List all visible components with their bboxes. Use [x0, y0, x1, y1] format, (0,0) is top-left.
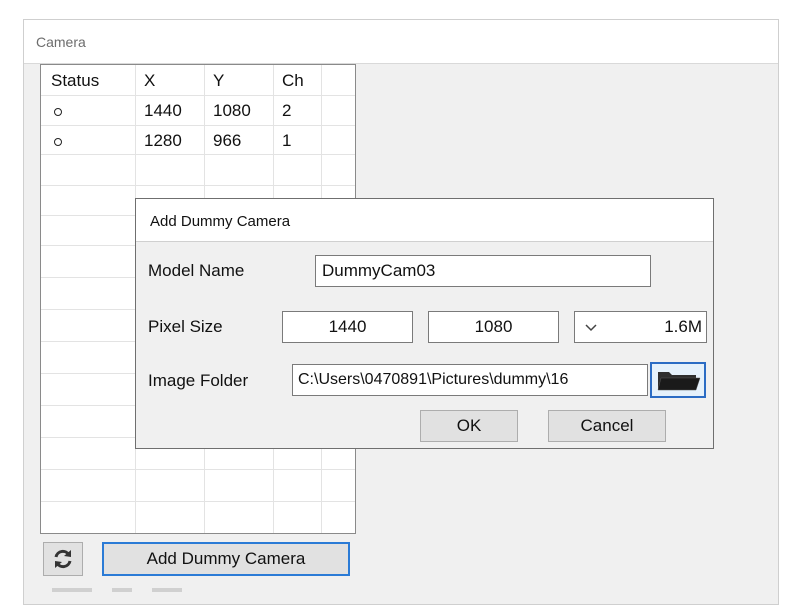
refresh-button[interactable] — [43, 542, 83, 576]
cell-ch: 1 — [282, 131, 292, 150]
column-header-status[interactable]: Status — [51, 71, 99, 91]
cancel-button[interactable]: Cancel — [548, 410, 666, 442]
pixel-preset-value: 1.6M — [664, 317, 702, 336]
column-header-x[interactable]: X — [144, 71, 155, 91]
cell-x: 1440 — [144, 101, 182, 120]
column-header-y[interactable]: Y — [213, 71, 224, 91]
status-strip — [52, 588, 222, 598]
dialog-title: Add Dummy Camera — [150, 213, 291, 230]
row-divider — [41, 95, 355, 96]
dialog-titlebar: Add Dummy Camera — [136, 199, 713, 242]
window-title: Camera — [36, 34, 86, 50]
column-header-ch[interactable]: Ch — [282, 71, 304, 91]
add-dummy-camera-button[interactable]: Add Dummy Camera — [102, 542, 350, 576]
status-indicator-icon — [54, 108, 62, 116]
pixel-height-input[interactable]: 1080 — [428, 311, 559, 343]
image-folder-label: Image Folder — [148, 371, 249, 390]
pixel-width-input[interactable]: 1440 — [282, 311, 413, 343]
folder-icon — [657, 372, 701, 391]
pixel-preset-select[interactable]: 1.6M — [574, 311, 707, 343]
refresh-icon — [54, 549, 72, 569]
image-folder-input[interactable]: C:\Users\0470891\Pictures\dummy\16 — [292, 364, 648, 396]
status-indicator-icon — [54, 138, 62, 146]
ok-button[interactable]: OK — [420, 410, 518, 442]
model-name-label: Model Name — [148, 261, 245, 280]
row-divider — [41, 125, 355, 126]
cell-y: 966 — [213, 131, 242, 150]
browse-folder-button[interactable] — [650, 362, 706, 398]
model-name-input[interactable]: DummyCam03 — [315, 255, 651, 287]
cell-x: 1280 — [144, 131, 182, 150]
row-divider — [41, 185, 355, 186]
window-titlebar: Camera — [24, 20, 778, 64]
chevron-down-icon — [585, 324, 597, 332]
cell-y: 1080 — [213, 101, 251, 120]
row-divider — [41, 501, 355, 502]
row-divider — [41, 154, 355, 155]
add-dummy-camera-dialog: Add Dummy Camera Model Name DummyCam03 P… — [135, 198, 714, 449]
status-strip-decoration — [52, 588, 182, 592]
pixel-size-label: Pixel Size — [148, 317, 223, 336]
cell-ch: 2 — [282, 101, 292, 120]
row-divider — [41, 469, 355, 470]
